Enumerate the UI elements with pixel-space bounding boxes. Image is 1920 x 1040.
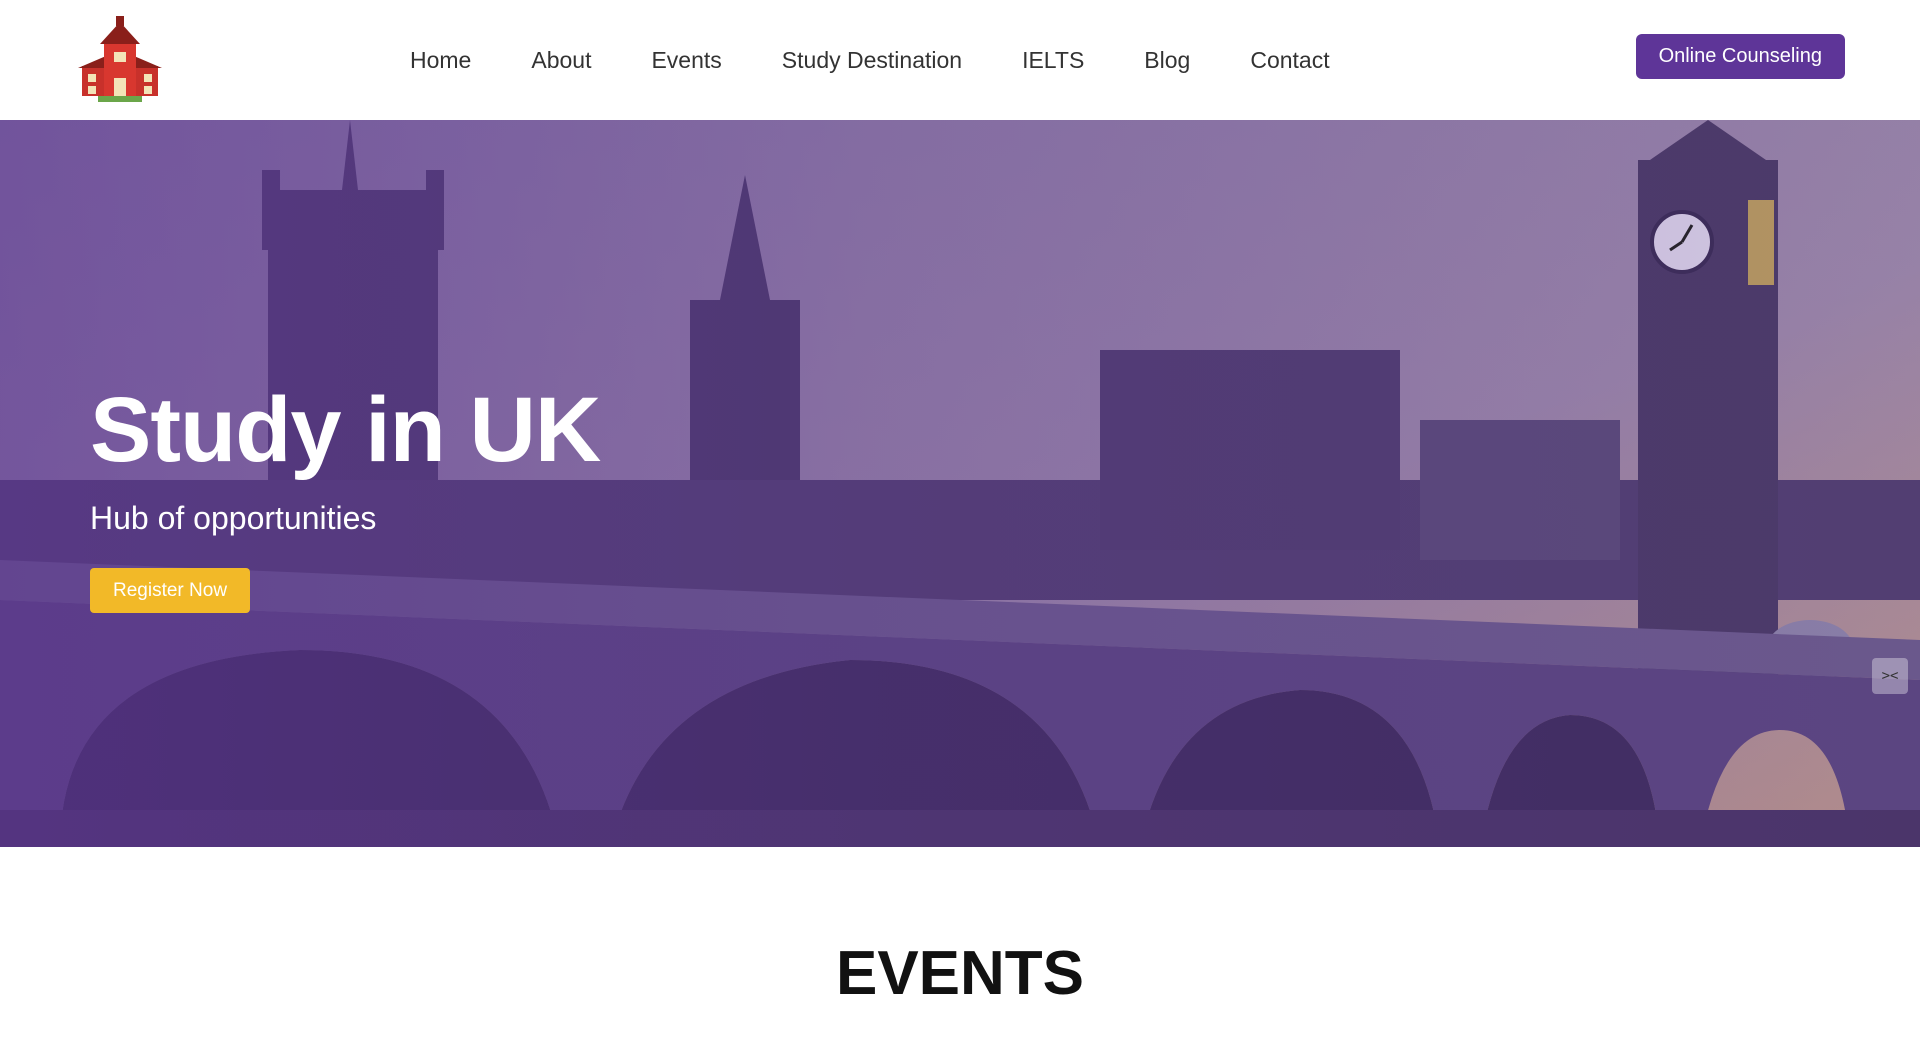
nav-home[interactable]: Home xyxy=(410,47,471,74)
nav-blog[interactable]: Blog xyxy=(1144,47,1190,74)
nav-study-destination[interactable]: Study Destination xyxy=(782,47,962,74)
nav-events[interactable]: Events xyxy=(651,47,721,74)
nav-contact[interactable]: Contact xyxy=(1250,47,1329,74)
hero-title: Study in UK xyxy=(90,379,601,481)
site-header: Home About Events Study Destination IELT… xyxy=(0,0,1920,120)
hero-banner: Study in UK Hub of opportunities Registe… xyxy=(0,120,1920,847)
online-counseling-button[interactable]: Online Counseling xyxy=(1635,34,1845,79)
register-now-button[interactable]: Register Now xyxy=(90,568,251,613)
hero-subtitle: Hub of opportunities xyxy=(90,500,377,536)
school-logo-icon[interactable] xyxy=(74,14,166,106)
nav-about[interactable]: About xyxy=(531,47,591,74)
nav-ielts[interactable]: IELTS xyxy=(1022,47,1084,74)
events-section-title: EVENTS xyxy=(835,939,1085,1008)
hero-overlay xyxy=(0,120,1920,847)
main-nav: Home About Events Study Destination IELT… xyxy=(410,0,1390,120)
collapse-arrows-icon[interactable]: >< xyxy=(1872,658,1908,694)
